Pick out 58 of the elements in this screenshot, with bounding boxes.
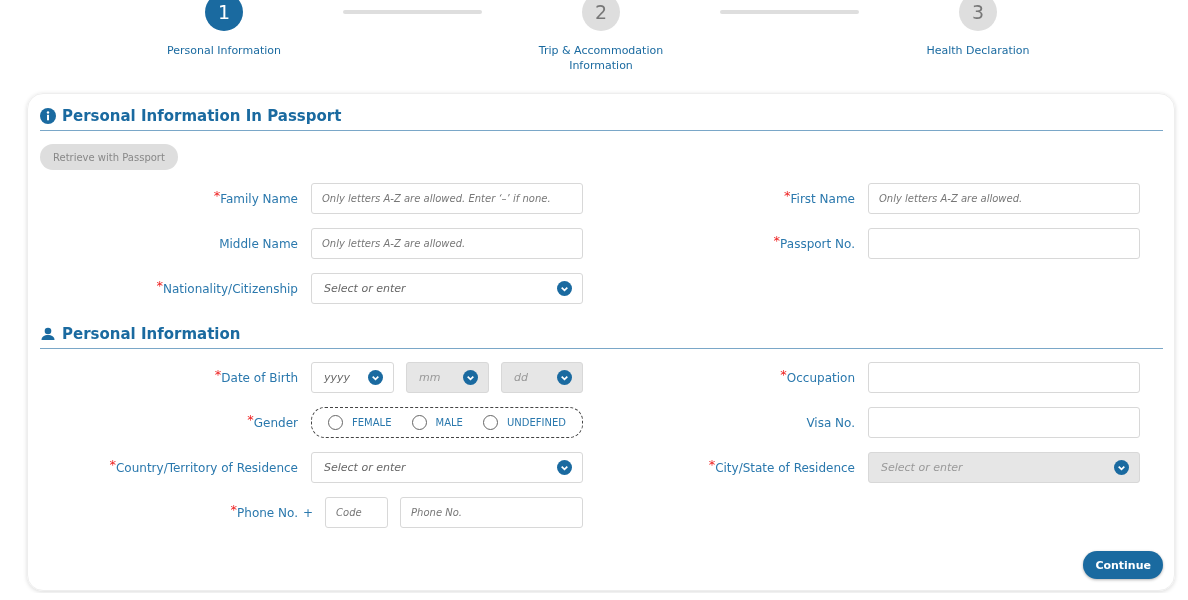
chevron-down-icon — [557, 460, 572, 475]
retrieve-button[interactable]: Retrieve with Passport — [40, 144, 178, 170]
radio-label: MALE — [435, 417, 463, 428]
field-label: Gender — [253, 415, 298, 430]
required-mark: * — [213, 187, 221, 203]
radio-label: FEMALE — [352, 417, 392, 428]
field-label: City/State of Residence — [715, 460, 855, 475]
radio-option[interactable]: MALE — [411, 415, 463, 430]
chevron-down-icon — [557, 281, 572, 296]
section-title: Personal Information In Passport — [62, 107, 342, 125]
step-circle[interactable]: 2 — [582, 0, 620, 31]
radio-option[interactable]: UNDEFINED — [482, 415, 566, 430]
field-label: Visa No. — [806, 415, 855, 430]
select-field[interactable]: Select or enter — [311, 273, 583, 304]
text-field[interactable] — [868, 228, 1140, 259]
step-label: Health Declaration — [925, 43, 1031, 58]
field-label: Country/Territory of Residence — [116, 460, 298, 475]
text-field[interactable] — [868, 362, 1140, 393]
required-mark: * — [214, 366, 222, 382]
date-select[interactable]: yyyy — [311, 362, 394, 393]
chevron-down-icon — [463, 370, 478, 385]
chevron-down-icon — [368, 370, 383, 385]
required-mark: * — [780, 366, 787, 382]
field-label: First Name — [790, 191, 855, 206]
phone-field[interactable]: Phone No. — [400, 497, 583, 528]
plus-sign: + — [303, 505, 314, 520]
field-label: Occupation — [786, 370, 855, 385]
person-icon — [40, 326, 56, 342]
field-label: Date of Birth — [221, 370, 298, 385]
radio-label: UNDEFINED — [506, 417, 566, 428]
step-circle[interactable]: 3 — [959, 0, 997, 31]
info-icon — [40, 108, 56, 124]
required-mark: * — [230, 501, 238, 517]
step-label: Trip & Accommodation Information — [537, 43, 665, 73]
text-field[interactable]: Only letters A-Z are allowed. Enter ‘–’ if none. — [311, 183, 583, 214]
field-label: Middle Name — [219, 236, 298, 251]
section-title: Personal Information — [62, 325, 241, 343]
continue-button[interactable]: Continue — [1083, 551, 1163, 579]
chevron-down-icon — [557, 370, 572, 385]
text-field[interactable] — [868, 407, 1140, 438]
step-label: Personal Information — [166, 43, 282, 58]
text-field[interactable]: Only letters A-Z are allowed. — [311, 228, 583, 259]
required-mark: * — [156, 277, 163, 293]
field-label: Family Name — [220, 191, 298, 206]
field-label: Nationality/Citizenship — [162, 281, 298, 296]
required-mark: * — [708, 456, 716, 472]
code-field[interactable]: Code — [325, 497, 389, 528]
chevron-down-icon — [1114, 460, 1129, 475]
required-mark: * — [784, 187, 791, 203]
field-label: Passport No. — [780, 236, 855, 251]
step-circle[interactable]: 1 — [205, 0, 243, 31]
required-mark: * — [109, 456, 116, 472]
required-mark: * — [773, 232, 781, 248]
radio-option[interactable]: FEMALE — [328, 415, 392, 430]
required-mark: * — [247, 411, 254, 427]
text-field[interactable]: Only letters A-Z are allowed. — [868, 183, 1140, 214]
field-label: Phone No. — [237, 505, 298, 520]
select-field[interactable]: Select or enter — [311, 452, 583, 483]
